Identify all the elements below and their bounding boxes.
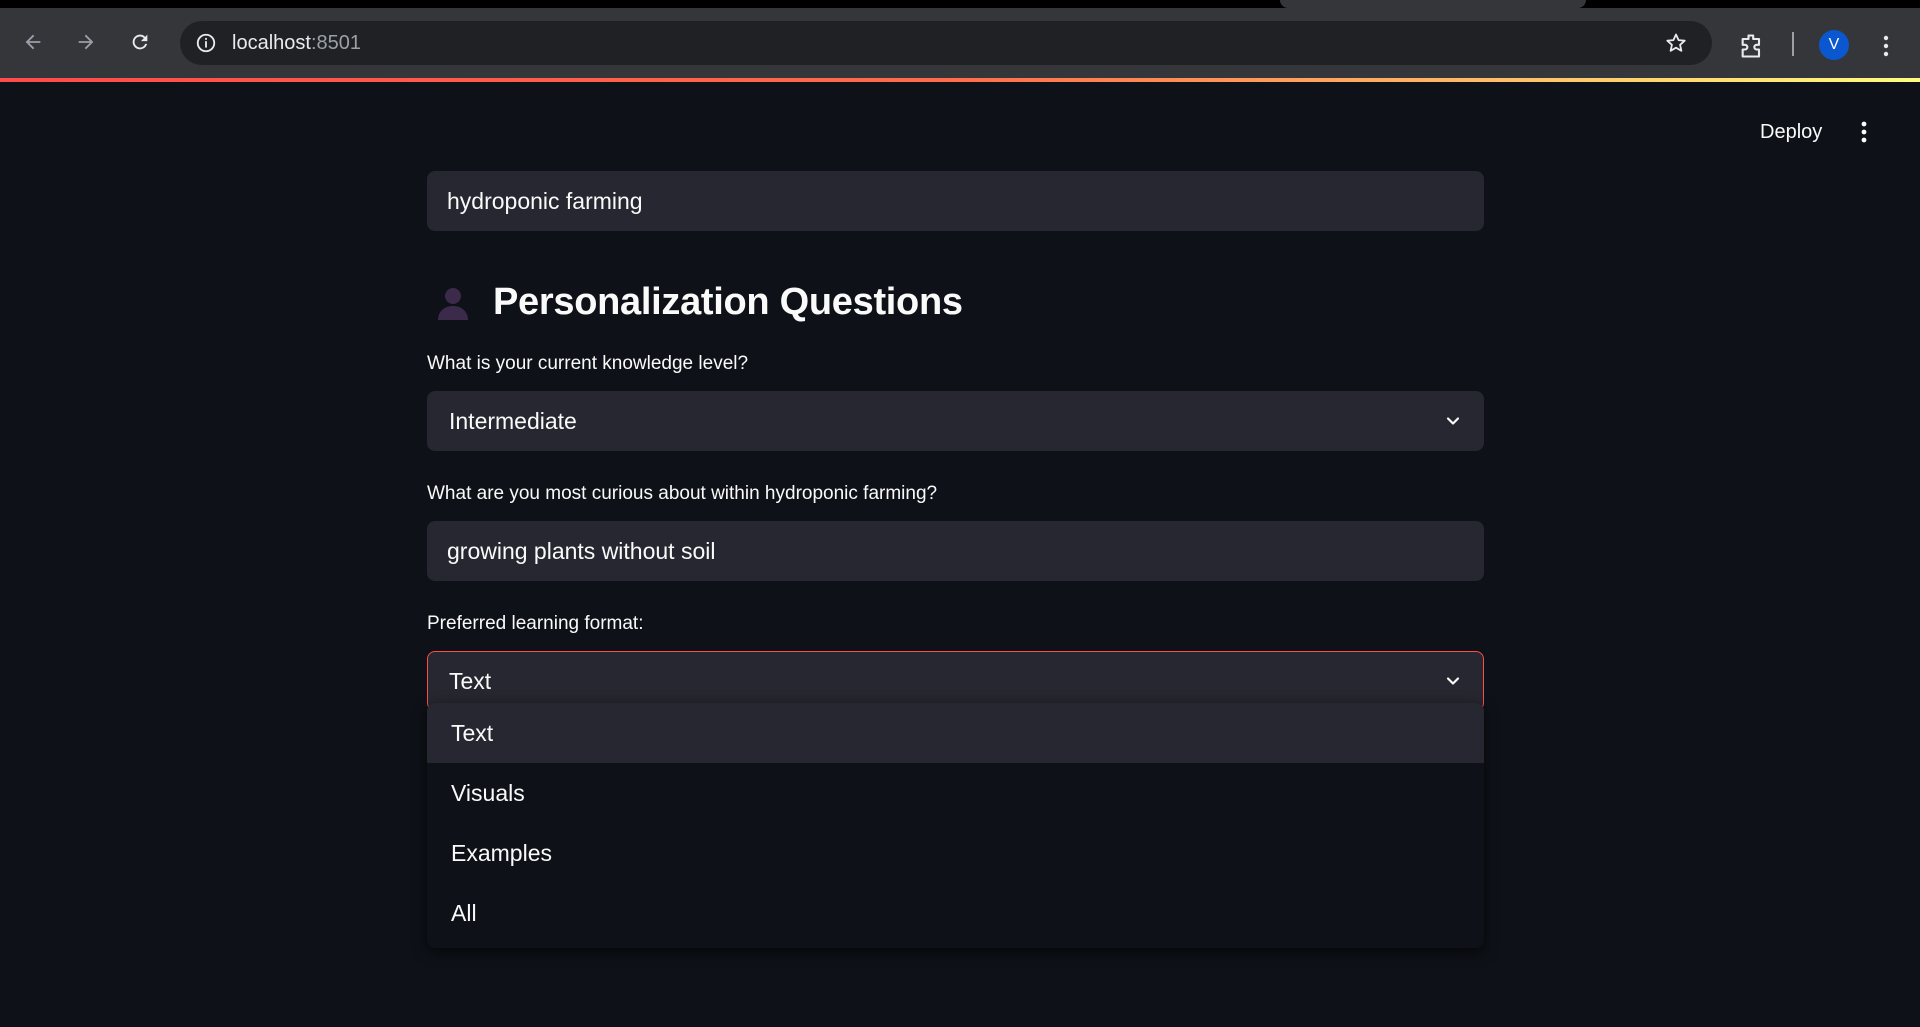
browser-menu-kebab-icon[interactable]: [1874, 32, 1898, 60]
extensions-icon[interactable]: [1738, 32, 1766, 60]
section-heading: Personalization Questions: [427, 276, 1484, 328]
back-button[interactable]: [13, 22, 53, 62]
deploy-button[interactable]: Deploy: [1748, 115, 1834, 149]
chevron-down-icon: [1446, 417, 1460, 425]
format-option-text[interactable]: Text: [427, 703, 1484, 763]
format-label: Preferred learning format:: [427, 613, 644, 634]
chevron-down-icon: [1446, 677, 1460, 685]
format-option-all[interactable]: All: [427, 883, 1484, 943]
app-menu-kebab-icon[interactable]: [1850, 117, 1878, 147]
format-value: Text: [449, 667, 492, 694]
app-decoration-bar: [0, 78, 1920, 82]
forward-button[interactable]: [66, 22, 106, 62]
tab-strip: [0, 0, 1920, 8]
back-arrow-icon: [25, 34, 41, 50]
url-port: :8501: [310, 31, 361, 54]
format-option-examples[interactable]: Examples: [427, 823, 1484, 883]
browser-toolbar: localhost:8501 V: [0, 8, 1920, 78]
format-option-visuals[interactable]: Visuals: [427, 763, 1484, 823]
profile-avatar[interactable]: V: [1819, 30, 1849, 60]
knowledge-level-value: Intermediate: [449, 407, 577, 434]
knowledge-level-select[interactable]: Intermediate: [427, 391, 1484, 451]
url-text: localhost:8501: [232, 32, 361, 55]
topic-input[interactable]: hydroponic farming: [427, 171, 1484, 231]
curiosity-label: What are you most curious about within h…: [427, 483, 938, 504]
format-select[interactable]: Text: [427, 651, 1484, 711]
active-tab[interactable]: [1280, 0, 1586, 8]
reload-button[interactable]: [120, 22, 160, 62]
site-info-icon[interactable]: [194, 31, 218, 55]
person-emoji-icon: [438, 288, 468, 320]
toolbar-separator: [1792, 32, 1794, 56]
address-bar[interactable]: localhost:8501: [180, 21, 1712, 65]
format-dropdown-menu: Text Visuals Examples All: [427, 703, 1484, 948]
knowledge-level-label: What is your current knowledge level?: [427, 353, 749, 374]
curiosity-input[interactable]: growing plants without soil: [427, 521, 1484, 581]
reload-icon: [132, 34, 148, 50]
main-content: hydroponic farming Personalization Quest…: [427, 171, 1484, 711]
forward-arrow-icon: [78, 34, 94, 50]
bookmark-star-icon[interactable]: [1664, 31, 1688, 55]
url-host: localhost: [232, 31, 311, 54]
page-title: Personalization Questions: [493, 280, 963, 323]
